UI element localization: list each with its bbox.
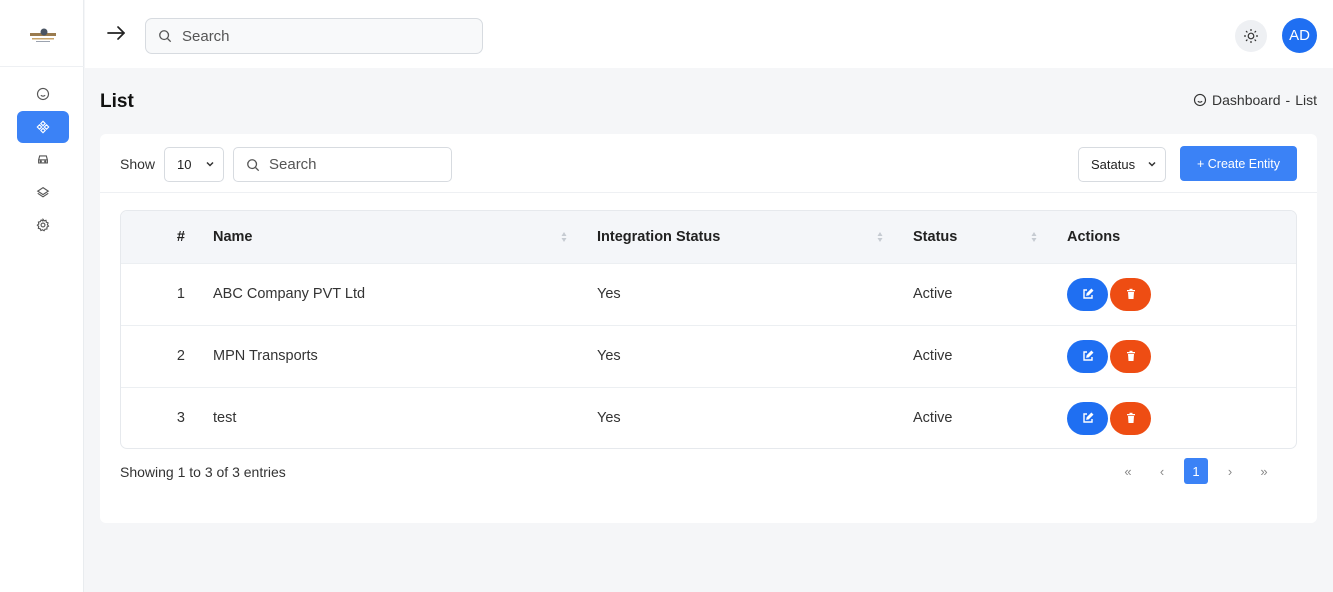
user-avatar[interactable]: AD [1282,18,1317,53]
column-header-status[interactable]: Status [913,211,1067,263]
global-search-input[interactable] [182,27,472,45]
status-filter-select[interactable]: Satatus [1078,147,1166,182]
table-search[interactable] [233,147,452,182]
column-header-integration-status[interactable]: Integration Status [597,211,913,263]
global-search[interactable] [145,18,483,54]
column-header-actions: Actions [1067,228,1121,245]
search-icon [159,30,172,43]
edit-button[interactable] [1067,277,1108,311]
column-header-status-label: Status [913,228,958,245]
row-integration-status: Yes [597,348,621,364]
edit-button[interactable] [1067,339,1108,373]
breadcrumb-home-link[interactable]: Dashboard [1212,92,1281,108]
entity-table: # Name Integration Status Status Actions [120,210,1297,449]
table-row: 1 ABC Company PVT Ltd Yes Active [121,263,1296,325]
company-logo[interactable] [28,26,58,44]
pagination-last[interactable]: » [1252,458,1276,484]
trash-icon [1126,413,1135,424]
arrow-right-icon[interactable] [105,22,127,44]
sidebar-item-vehicles[interactable] [17,146,69,172]
row-status: Active [913,410,953,427]
sidebar [0,0,84,592]
row-integration-status: Yes [597,410,621,427]
delete-button[interactable] [1110,277,1151,311]
sun-icon [1244,29,1258,43]
row-actions [1067,387,1296,448]
status-filter-value: Satatus [1091,157,1136,172]
layers-icon [36,186,50,198]
car-icon [38,155,48,164]
delete-button[interactable] [1110,401,1151,435]
pagination-page-1[interactable]: 1 [1184,458,1208,484]
create-entity-button[interactable]: + Create Entity [1180,146,1297,181]
sort-icon[interactable] [877,231,883,243]
page-title: List [100,91,134,112]
row-number: 1 [176,286,185,302]
edit-button[interactable] [1067,401,1108,435]
trash-icon [1126,350,1135,361]
entries-info: Showing 1 to 3 of 3 entries [120,464,286,480]
gear-icon [36,218,50,232]
search-icon [247,158,260,171]
row-number: 2 [176,348,185,364]
home-icon [1193,93,1207,107]
edit-icon [1082,412,1093,423]
row-actions [1067,263,1296,325]
row-name: test [213,410,237,427]
breadcrumb-separator: - [1285,92,1291,108]
show-label: Show [120,156,156,172]
pagination-first[interactable]: « [1116,458,1140,484]
column-header-name[interactable]: Name [213,211,597,263]
row-name: MPN Transports [213,348,318,364]
sidebar-item-layers[interactable] [17,179,69,205]
pagination-prev[interactable]: ‹ [1150,458,1174,484]
edit-icon [1082,350,1093,361]
column-header-number: # [176,228,185,245]
breadcrumb-current: List [1295,92,1317,108]
page-size-select[interactable]: 10 [164,147,224,182]
row-actions [1067,325,1296,387]
theme-toggle-button[interactable] [1235,20,1267,52]
row-integration-status: Yes [597,286,621,302]
entity-list-card: Show 10 Satatus + Create Entity # Name [100,134,1317,523]
row-name: ABC Company PVT Ltd [213,286,366,302]
row-number: 3 [176,410,185,427]
pagination: « ‹ 1 › » [1116,458,1276,484]
trash-icon [1126,288,1135,299]
sort-icon[interactable] [1031,231,1037,243]
breadcrumb: Dashboard - List [1193,92,1317,108]
topbar: AD [85,0,1333,68]
table-header-row: # Name Integration Status Status Actions [121,211,1296,263]
diamond-grid-icon [36,120,50,134]
sidebar-item-settings[interactable] [17,212,69,238]
table-search-input[interactable] [269,156,439,173]
column-header-name-label: Name [213,228,253,245]
table-row: 3 test Yes Active [121,387,1296,448]
row-status: Active [913,348,953,364]
sort-icon[interactable] [561,231,567,243]
row-status: Active [913,286,953,302]
page-size-value: 10 [177,157,192,172]
sidebar-item-home[interactable] [17,81,69,107]
chevron-down-icon [1148,161,1156,167]
sidebar-divider [0,66,84,67]
card-toolbar: Show 10 Satatus + Create Entity [100,134,1317,193]
home-icon [36,87,50,101]
delete-button[interactable] [1110,339,1151,373]
pagination-next[interactable]: › [1218,458,1242,484]
edit-icon [1082,288,1093,299]
sidebar-item-integrations[interactable] [17,111,69,143]
column-header-integration-label: Integration Status [597,228,721,245]
chevron-down-icon [206,161,214,167]
table-row: 2 MPN Transports Yes Active [121,325,1296,387]
